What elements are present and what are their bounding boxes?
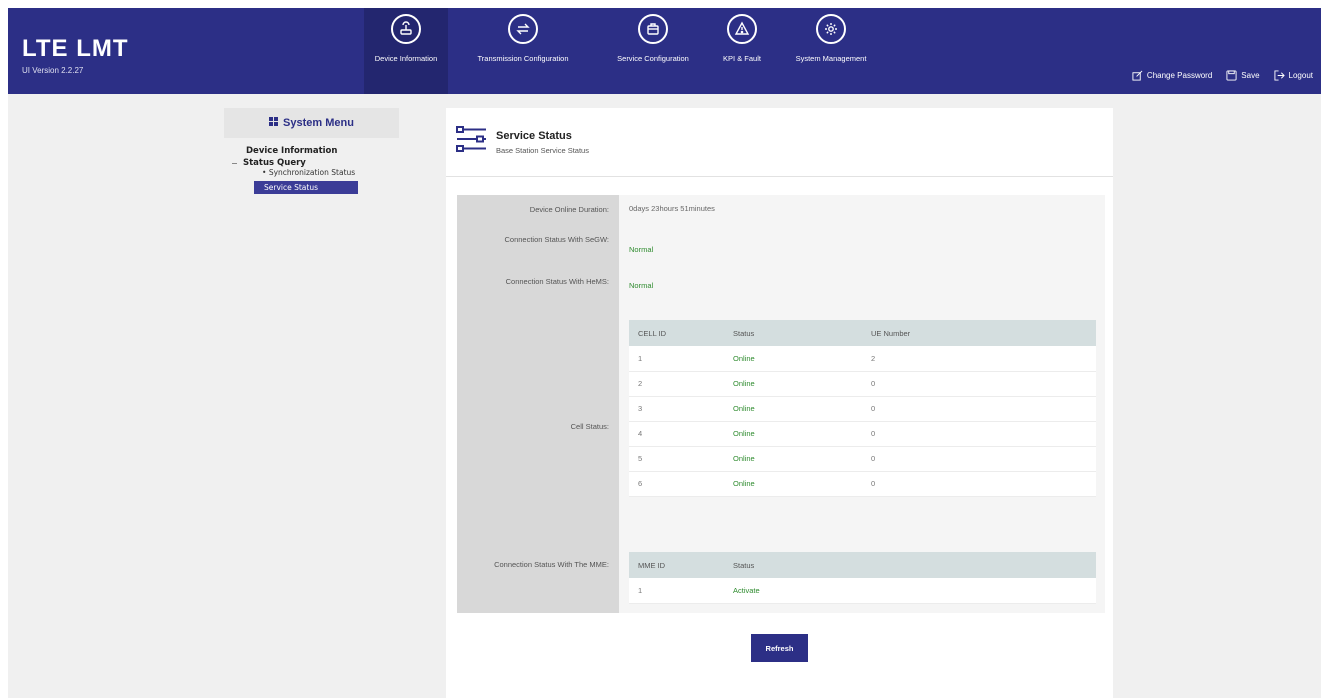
cell-id: 1 — [629, 346, 724, 372]
cell-status: Online — [724, 346, 862, 372]
hems-status: Normal — [629, 281, 654, 290]
nav-transmission-configuration[interactable]: Transmission Configuration — [448, 8, 598, 94]
cell-table-header: CELL ID Status UE Number — [629, 320, 1096, 346]
transfer-icon — [508, 14, 538, 44]
menu-service-status[interactable]: Service Status — [254, 181, 358, 194]
cell-id: 3 — [629, 396, 724, 422]
cell-table: CELL ID Status UE Number 1 Online 2 2 On… — [629, 320, 1096, 497]
table-row: 1 Online 2 — [629, 346, 1096, 372]
grid-icon — [269, 117, 279, 129]
mme-id-header: MME ID — [629, 552, 724, 578]
table-row: 2 Online 0 — [629, 371, 1096, 397]
mme-id: 1 — [629, 578, 724, 604]
nav-label: KPI & Fault — [723, 54, 761, 63]
sliders-icon — [456, 126, 488, 154]
table-row: 5 Online 0 — [629, 446, 1096, 472]
status-info: Device Online Duration: 0days 23hours 51… — [457, 195, 1105, 613]
system-menu-title: System Menu — [283, 117, 354, 129]
nav-label: System Management — [795, 54, 867, 63]
cell-id-header: CELL ID — [629, 320, 724, 346]
save-button[interactable]: Save — [1226, 70, 1260, 81]
top-header: LTE LMT UI Version 2.2.27 Device Informa… — [8, 8, 1321, 94]
cell-id: 2 — [629, 371, 724, 397]
ue-number: 0 — [862, 471, 1096, 497]
gear-icon — [816, 14, 846, 44]
online-duration-value: 0days 23hours 51minutes — [629, 204, 715, 213]
nav-system-management[interactable]: System Management — [776, 8, 886, 94]
ue-number: 0 — [862, 396, 1096, 422]
nav-label: Device Information — [374, 54, 438, 63]
ue-number-header: UE Number — [862, 320, 1096, 346]
cell-status: Online — [724, 446, 862, 472]
mme-table-header: MME ID Status — [629, 552, 1096, 578]
table-row: 4 Online 0 — [629, 421, 1096, 447]
menu-status-query[interactable]: Status Query — [232, 158, 399, 168]
online-duration-label: Device Online Duration: — [529, 205, 609, 214]
main-nav: Device Information Transmission Configur… — [364, 8, 886, 94]
cell-status: Online — [724, 421, 862, 447]
table-row: 1 Activate — [629, 578, 1096, 604]
nav-label: Service Configuration — [617, 54, 689, 63]
warning-icon — [727, 14, 757, 44]
router-icon — [391, 14, 421, 44]
menu-device-information[interactable]: Device Information — [232, 146, 399, 156]
app-title: LTE LMT — [22, 35, 129, 62]
ue-number: 0 — [862, 421, 1096, 447]
ui-version: UI Version 2.2.27 — [22, 66, 84, 75]
ue-number: 2 — [862, 346, 1096, 372]
menu-tree: Device Information Status Query • Synchr… — [224, 138, 399, 194]
page-subtitle: Base Station Service Status — [496, 146, 589, 155]
logout-label: Logout — [1288, 71, 1313, 80]
table-row: 3 Online 0 — [629, 396, 1096, 422]
nav-kpi-fault[interactable]: KPI & Fault — [708, 8, 776, 94]
logout-button[interactable]: Logout — [1273, 70, 1313, 81]
cell-id: 4 — [629, 421, 724, 447]
cell-status: Online — [724, 396, 862, 422]
ue-number: 0 — [862, 371, 1096, 397]
save-icon — [1226, 70, 1237, 81]
refresh-button[interactable]: Refresh — [751, 634, 808, 662]
mme-label: Connection Status With The MME: — [494, 560, 609, 569]
cell-status-label: Cell Status: — [570, 422, 609, 431]
app-frame: LTE LMT UI Version 2.2.27 Device Informa… — [8, 8, 1321, 698]
cell-id: 6 — [629, 471, 724, 497]
edit-icon — [1132, 70, 1143, 81]
page-header: Service Status Base Station Service Stat… — [446, 108, 1113, 177]
cell-status: Online — [724, 371, 862, 397]
logout-icon — [1273, 70, 1285, 81]
table-row: 6 Online 0 — [629, 471, 1096, 497]
ue-number: 0 — [862, 446, 1096, 472]
system-menu-header: System Menu — [224, 108, 399, 138]
cell-status: Online — [724, 471, 862, 497]
header-tools: Change Password Save Logout — [1132, 70, 1313, 81]
briefcase-icon — [638, 14, 668, 44]
menu-synchronization-status[interactable]: • Synchronization Status — [232, 168, 399, 178]
status-header: Status — [724, 320, 862, 346]
system-menu: System Menu Device Information Status Qu… — [224, 108, 399, 194]
brand: LTE LMT UI Version 2.2.27 — [22, 35, 129, 76]
nav-label: Transmission Configuration — [477, 54, 569, 63]
segw-label: Connection Status With SeGW: — [504, 235, 610, 244]
collapse-icon — [232, 162, 237, 164]
menu-status-query-label: Status Query — [243, 158, 306, 168]
change-password-label: Change Password — [1146, 71, 1213, 80]
change-password-button[interactable]: Change Password — [1132, 70, 1212, 81]
save-label: Save — [1241, 71, 1260, 80]
content-panel: Service Status Base Station Service Stat… — [446, 108, 1113, 698]
page-title: Service Status — [496, 130, 572, 142]
mme-status: Activate — [724, 578, 1096, 604]
cell-id: 5 — [629, 446, 724, 472]
mme-status-header: Status — [724, 552, 1096, 578]
label-column — [457, 195, 619, 613]
nav-service-configuration[interactable]: Service Configuration — [598, 8, 708, 94]
mme-table: MME ID Status 1 Activate — [629, 552, 1096, 604]
nav-device-information[interactable]: Device Information — [364, 8, 448, 94]
hems-label: Connection Status With HeMS: — [505, 277, 609, 286]
segw-status: Normal — [629, 245, 654, 254]
menu-synchronization-status-label: Synchronization Status — [268, 168, 356, 177]
